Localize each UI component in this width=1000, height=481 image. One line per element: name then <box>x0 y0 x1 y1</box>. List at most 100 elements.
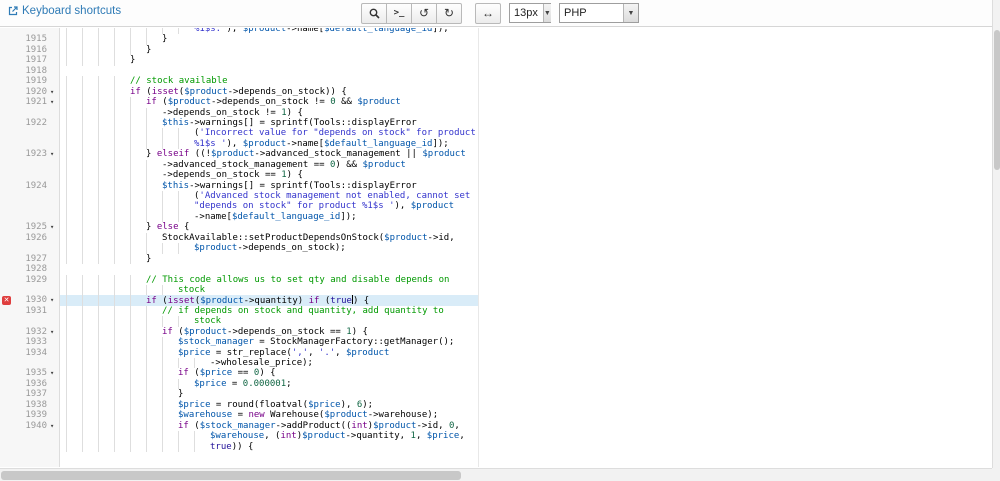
fold-marker-icon[interactable]: ▾ <box>50 368 60 378</box>
search-button[interactable] <box>361 3 387 24</box>
code-row[interactable]: ->wholesale_price); <box>0 358 478 368</box>
code-row[interactable]: 1919// stock available <box>0 76 478 86</box>
code-row[interactable]: ->depends_on_stock == 1) { <box>0 170 478 180</box>
code-line[interactable]: } <box>60 389 478 399</box>
code-line[interactable]: // stock available <box>60 76 478 86</box>
code-row[interactable]: 1920▾if (isset($product->depends_on_stoc… <box>0 87 478 97</box>
code-line[interactable]: $warehouse = new Warehouse($product->war… <box>60 410 478 420</box>
code-row[interactable]: 1940▾if ($stock_manager->addProduct((int… <box>0 421 478 431</box>
code-row[interactable]: 1927} <box>0 254 478 264</box>
code-row[interactable]: 1935▾if ($price == 0) { <box>0 368 478 378</box>
code-line[interactable]: $stock_manager = StockManagerFactory::ge… <box>60 337 478 347</box>
code-row[interactable]: 1922$this->warnings[] = sprintf(Tools::d… <box>0 118 478 128</box>
fold-marker-icon[interactable]: ▾ <box>50 222 60 232</box>
code-row[interactable]: 1918 <box>0 66 478 76</box>
code-row[interactable]: 1929// This code allows us to set qty an… <box>0 275 478 285</box>
code-line[interactable]: } <box>60 45 478 55</box>
code-line[interactable]: $price = 0.000001; <box>60 379 478 389</box>
keyboard-shortcuts-link[interactable]: Keyboard shortcuts <box>8 5 121 17</box>
code-row[interactable]: 1932▾if ($product->depends_on_stock == 1… <box>0 327 478 337</box>
code-line[interactable] <box>60 264 478 274</box>
code-line[interactable]: ->wholesale_price); <box>60 358 478 368</box>
code-editor[interactable]: %1$s.'), $product->name[$default_languag… <box>0 28 479 467</box>
code-line[interactable]: } elseif ((!$product->advanced_stock_man… <box>60 149 478 159</box>
code-row[interactable]: 1923▾} elseif ((!$product->advanced_stoc… <box>0 149 478 159</box>
language-select[interactable]: PHP ▼ <box>559 3 639 23</box>
code-row[interactable]: ('Advanced stock management not enabled,… <box>0 191 478 201</box>
code-row[interactable]: ✕1930▾if (isset($product->quantity) if (… <box>0 295 478 305</box>
code-line[interactable]: $this->warnings[] = sprintf(Tools::displ… <box>60 181 478 191</box>
code-row[interactable]: ('Incorrect value for "depends on stock"… <box>0 128 478 138</box>
code-row[interactable]: 1934$price = str_replace(',', '.', $prod… <box>0 348 478 358</box>
code-row[interactable]: "depends on stock" for product %1$s '), … <box>0 201 478 211</box>
code-row[interactable]: 1915} <box>0 34 478 44</box>
code-row[interactable]: 1939$warehouse = new Warehouse($product-… <box>0 410 478 420</box>
code-line[interactable]: %1$s '), $product->name[$default_languag… <box>60 139 478 149</box>
code-row[interactable]: 1917} <box>0 55 478 65</box>
code-row[interactable]: 1924$this->warnings[] = sprintf(Tools::d… <box>0 181 478 191</box>
code-row[interactable]: 1926StockAvailable::setProductDependsOnS… <box>0 233 478 243</box>
code-line[interactable]: } else { <box>60 222 478 232</box>
code-line[interactable]: $price = str_replace(',', '.', $product <box>60 348 478 358</box>
horizontal-scrollbar[interactable] <box>0 468 992 481</box>
code-line[interactable]: if ($product->depends_on_stock != 0 && $… <box>60 97 478 107</box>
code-line[interactable]: if ($price == 0) { <box>60 368 478 378</box>
code-line[interactable]: ->depends_on_stock != 1) { <box>60 108 478 118</box>
code-line[interactable]: // This code allows us to set qty and di… <box>60 275 478 285</box>
code-row[interactable]: ->depends_on_stock != 1) { <box>0 108 478 118</box>
code-line[interactable]: } <box>60 34 478 44</box>
code-line[interactable]: $this->warnings[] = sprintf(Tools::displ… <box>60 118 478 128</box>
code-line[interactable]: ('Advanced stock management not enabled,… <box>60 191 478 201</box>
code-line[interactable]: StockAvailable::setProductDependsOnStock… <box>60 233 478 243</box>
code-line[interactable]: $price = round(floatval($price), 6); <box>60 400 478 410</box>
undo-button[interactable]: ↺ <box>411 3 437 24</box>
code-line[interactable]: if ($stock_manager->addProduct((int)$pro… <box>60 421 478 431</box>
fold-marker-icon[interactable]: ▾ <box>50 327 60 337</box>
code-line[interactable]: } <box>60 254 478 264</box>
code-line[interactable] <box>60 66 478 76</box>
code-line[interactable]: "depends on stock" for product %1$s '), … <box>60 201 478 211</box>
code-line[interactable]: $warehouse, (int)$product->quantity, 1, … <box>60 431 478 441</box>
code-row[interactable]: stock <box>0 285 478 295</box>
horizontal-scrollbar-thumb[interactable] <box>1 471 461 480</box>
code-line[interactable]: stock <box>60 316 478 326</box>
code-row[interactable]: ->name[$default_language_id]); <box>0 212 478 222</box>
fold-marker-icon[interactable]: ▾ <box>50 97 60 107</box>
console-button[interactable]: >_ <box>386 3 412 24</box>
code-row[interactable]: 1928 <box>0 264 478 274</box>
code-row[interactable]: 1925▾} else { <box>0 222 478 232</box>
fold-marker-icon[interactable]: ▾ <box>50 421 60 431</box>
code-line[interactable]: stock <box>60 285 478 295</box>
code-line[interactable]: ('Incorrect value for "depends on stock"… <box>60 128 478 138</box>
code-row[interactable]: 1936$price = 0.000001; <box>0 379 478 389</box>
redo-button[interactable]: ↻ <box>436 3 462 24</box>
code-row[interactable]: true)) { <box>0 442 478 452</box>
code-row[interactable]: 1933$stock_manager = StockManagerFactory… <box>0 337 478 347</box>
vertical-scrollbar[interactable] <box>992 0 1000 468</box>
code-line[interactable]: ->depends_on_stock == 1) { <box>60 170 478 180</box>
fold-marker-icon[interactable]: ▾ <box>50 295 60 305</box>
code-row[interactable]: %1$s '), $product->name[$default_languag… <box>0 139 478 149</box>
code-row[interactable]: $warehouse, (int)$product->quantity, 1, … <box>0 431 478 441</box>
code-row[interactable]: 1916} <box>0 45 478 55</box>
fold-marker-icon[interactable]: ▾ <box>50 149 60 159</box>
code-line[interactable]: // if depends on stock and quantity, add… <box>60 306 478 316</box>
code-line[interactable]: $product->depends_on_stock); <box>60 243 478 253</box>
code-line[interactable]: if (isset($product->quantity) if (true) … <box>60 295 478 305</box>
code-row[interactable]: 1921▾if ($product->depends_on_stock != 0… <box>0 97 478 107</box>
code-line[interactable]: true)) { <box>60 442 478 452</box>
code-row[interactable]: $product->depends_on_stock); <box>0 243 478 253</box>
code-row[interactable]: 1931// if depends on stock and quantity,… <box>0 306 478 316</box>
code-row[interactable]: ->advanced_stock_management == 0) && $pr… <box>0 160 478 170</box>
code-row[interactable]: 1938$price = round(floatval($price), 6); <box>0 400 478 410</box>
font-size-select[interactable]: 13px ▼ <box>509 3 551 23</box>
fullwidth-button[interactable]: ↔ <box>475 3 501 24</box>
vertical-scrollbar-thumb[interactable] <box>994 30 1000 170</box>
code-line[interactable]: ->name[$default_language_id]); <box>60 212 478 222</box>
code-row[interactable]: stock <box>0 316 478 326</box>
fold-marker-icon[interactable]: ▾ <box>50 87 60 97</box>
code-line[interactable]: ->advanced_stock_management == 0) && $pr… <box>60 160 478 170</box>
code-row[interactable]: 1937} <box>0 389 478 399</box>
code-line[interactable]: if (isset($product->depends_on_stock)) { <box>60 87 478 97</box>
code-line[interactable]: } <box>60 55 478 65</box>
